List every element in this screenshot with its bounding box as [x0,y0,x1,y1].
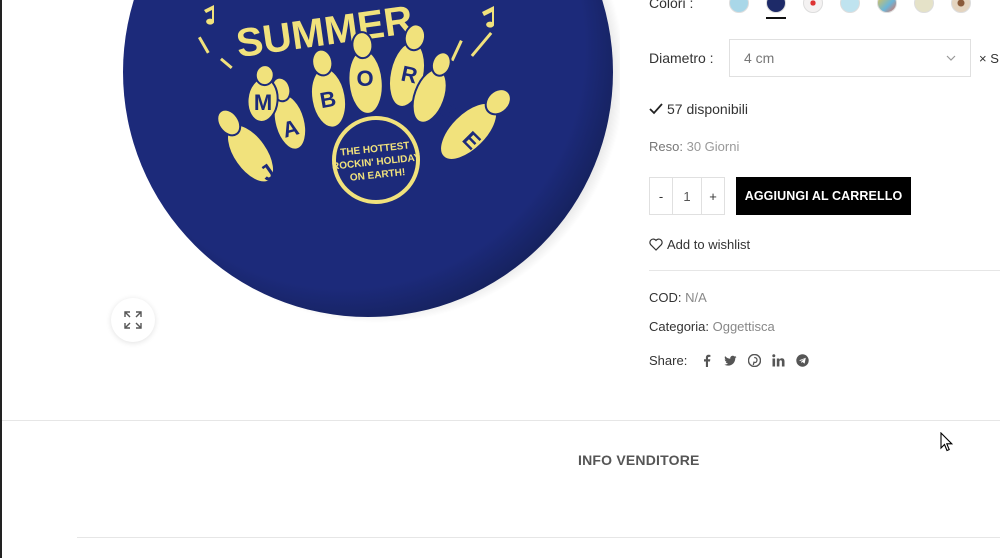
pinterest-icon[interactable] [748,354,762,367]
add-to-wishlist-link[interactable]: Add to wishlist [649,237,750,252]
diameter-select[interactable]: 4 cm [729,39,971,77]
sku-value: N/A [685,290,707,305]
twitter-icon[interactable] [724,354,737,367]
tabs-bottom-divider [77,537,1000,538]
sku-row: COD: N/A [649,290,707,305]
swatch-multicolor[interactable] [877,0,897,13]
linkedin-icon[interactable] [772,354,785,367]
heart-icon [649,238,663,251]
stock-text: 57 disponibili [667,101,748,117]
zoom-image-button[interactable] [111,298,155,342]
wishlist-label: Add to wishlist [667,237,751,252]
product-summary: Colori : Diametro : 4 cm × S 57 disponib… [649,0,1000,420]
svg-text:O: O [356,66,373,91]
clear-selection-link[interactable]: × S [979,51,999,66]
swatch-tan[interactable] [951,0,971,13]
category-label: Categoria: [649,319,709,334]
colors-label: Colori : [649,0,694,11]
swatch-dark-navy[interactable] [766,0,786,19]
product-badge-illustration: SUMMER J A M B O R E E THE HOTTEST ROCKI… [123,0,620,323]
tab-vendor-info[interactable]: INFO VENDITORE [578,452,700,468]
chevron-down-icon [946,55,956,61]
quantity-increase-button[interactable]: + [702,178,724,214]
category-row: Categoria: Oggettisca [649,319,775,334]
share-label: Share: [649,353,688,368]
mouse-cursor-icon [940,432,954,452]
swatch-white-red[interactable] [803,0,823,13]
svg-text:M: M [254,90,272,115]
swatch-sky-blue[interactable] [840,0,860,13]
return-policy: Reso: 30 Giorni [649,139,739,154]
share-row: Share: [649,353,810,368]
swatch-cream[interactable] [914,0,934,13]
add-to-cart-button[interactable]: AGGIUNGI AL CARRELLO [736,177,911,215]
stock-status: 57 disponibili [649,101,748,117]
page-border [0,0,2,558]
quantity-input[interactable]: 1 [672,178,702,214]
category-link[interactable]: Oggettisca [713,319,775,334]
telegram-icon[interactable] [796,354,810,367]
tabs-top-divider [2,420,1000,421]
checkmark-icon [649,103,663,115]
return-value: 30 Giorni [686,139,740,154]
diameter-selected-value: 4 cm [744,50,775,66]
diameter-variation-row: Diametro : 4 cm × S [649,39,999,77]
color-swatches [729,0,971,19]
expand-icon [124,311,142,329]
share-icons [700,354,810,367]
return-label: Reso: [649,139,683,154]
summary-divider [649,270,1000,271]
color-variation-row: Colori : [649,0,971,19]
facebook-icon[interactable] [700,354,713,367]
quantity-decrease-button[interactable]: - [650,178,672,214]
diameter-label: Diametro : [649,50,714,66]
product-image[interactable]: SUMMER J A M B O R E E THE HOTTEST ROCKI… [20,0,620,420]
sku-label: COD: [649,290,682,305]
swatch-light-blue[interactable] [729,0,749,13]
quantity-stepper: - 1 + [649,177,725,215]
